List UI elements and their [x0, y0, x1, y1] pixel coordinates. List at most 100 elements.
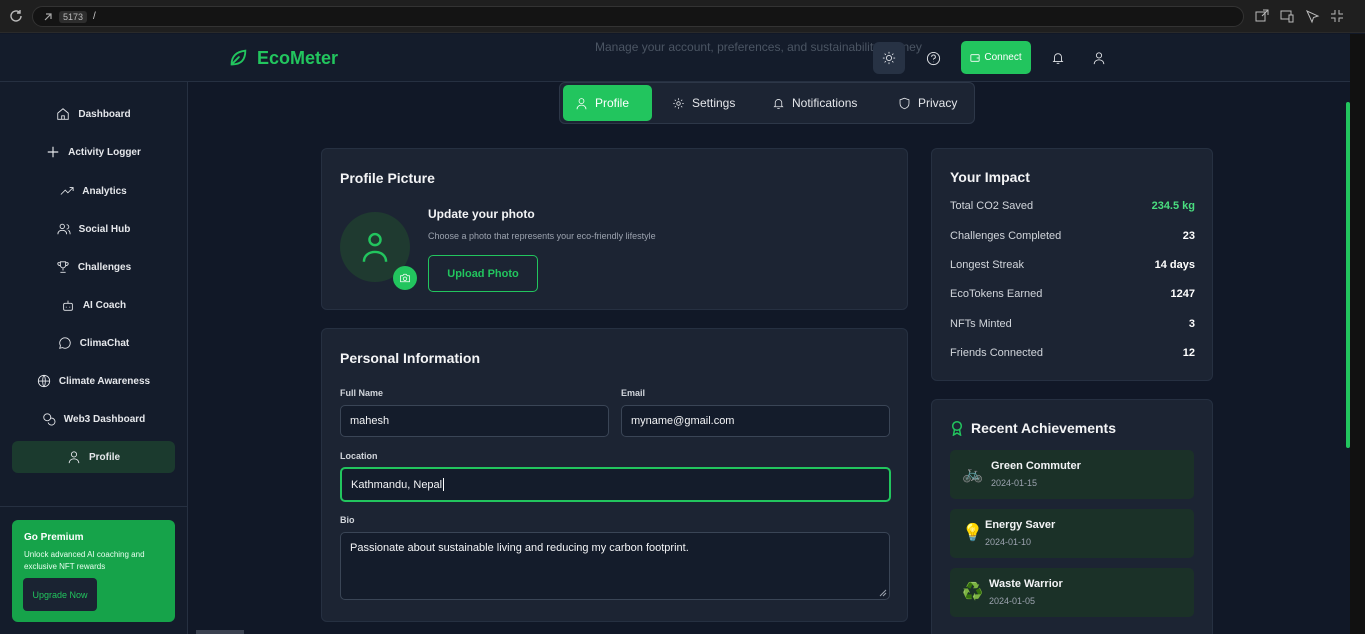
photo-update-description: Choose a photo that represents your eco-… — [428, 231, 656, 241]
tab-profile[interactable]: Profile — [563, 85, 652, 121]
users-icon — [57, 223, 71, 235]
reload-icon[interactable] — [8, 8, 24, 24]
sidebar-item-social-hub[interactable]: Social Hub — [12, 213, 175, 245]
email-value: myname@gmail.com — [631, 415, 735, 427]
award-icon — [951, 420, 963, 436]
card-title: Profile Picture — [340, 170, 435, 186]
stat-row: EcoTokens Earned 1247 — [950, 288, 1195, 300]
port-label: 5173 — [59, 10, 88, 23]
tab-label: Settings — [692, 96, 736, 110]
achievement-item: 🚲 Green Commuter 2024-01-15 — [950, 450, 1194, 499]
devices-icon[interactable] — [1279, 8, 1295, 24]
bio-label: Bio — [340, 515, 355, 525]
tab-privacy[interactable]: Privacy — [886, 85, 969, 121]
sidebar-item-dashboard[interactable]: Dashboard — [12, 98, 175, 130]
upgrade-button[interactable]: Upgrade Now — [23, 578, 97, 611]
horizontal-scrollbar-thumb[interactable] — [196, 630, 244, 634]
card-title: Recent Achievements — [971, 420, 1116, 436]
user-icon — [68, 451, 80, 464]
sidebar-item-activity-logger[interactable]: Activity Logger — [12, 136, 175, 168]
app-header: EcoMeter Manage your account, preference… — [0, 34, 1350, 82]
bot-icon — [63, 300, 73, 311]
lightbulb-icon: 💡 — [962, 523, 984, 542]
bio-value: Passionate about sustainable living and … — [350, 542, 689, 554]
achievements-card: Recent Achievements 🚲 Green Commuter 202… — [931, 399, 1213, 634]
connect-label: Connect — [984, 52, 1022, 63]
sidebar-item-challenges[interactable]: Challenges — [12, 251, 175, 283]
connect-button[interactable]: Connect — [961, 41, 1031, 74]
shield-icon — [899, 97, 910, 109]
bicycle-icon: 🚲 — [962, 464, 984, 483]
gear-icon — [673, 97, 684, 109]
stat-row: Total CO2 Saved 234.5 kg — [950, 200, 1195, 212]
help-icon — [926, 51, 940, 65]
trophy-icon — [57, 261, 69, 273]
tab-label: Notifications — [792, 96, 858, 110]
notifications-button[interactable] — [1042, 42, 1074, 74]
stat-label: Friends Connected — [950, 347, 1043, 359]
url-path: / — [93, 11, 96, 22]
full-name-value: mahesh — [350, 415, 390, 427]
stat-value: 234.5 kg — [1151, 200, 1195, 212]
email-field[interactable]: myname@gmail.com — [621, 405, 890, 437]
card-title: Your Impact — [950, 169, 1030, 185]
port-icon — [44, 12, 52, 20]
stat-value: 12 — [1182, 347, 1195, 359]
tab-settings[interactable]: Settings — [660, 85, 747, 121]
achievement-name: Energy Saver — [985, 519, 1056, 531]
sidebar-item-analytics[interactable]: Analytics — [12, 175, 175, 207]
app-logo[interactable]: EcoMeter — [227, 47, 338, 69]
stat-label: Longest Streak — [950, 259, 1024, 271]
user-menu-button[interactable] — [1083, 42, 1115, 74]
achievement-date: 2024-01-10 — [985, 537, 1032, 547]
change-photo-button[interactable] — [393, 266, 417, 290]
sidebar-item-climate-awareness[interactable]: Climate Awareness — [12, 365, 175, 397]
sidebar-divider — [0, 506, 188, 507]
upload-photo-button[interactable]: Upload Photo — [428, 255, 538, 292]
resize-handle-icon[interactable] — [879, 589, 887, 597]
settings-tabs: Profile Settings Notifications Privacy — [559, 82, 975, 124]
premium-title: Go Premium — [24, 532, 84, 543]
recycle-icon: ♻️ — [962, 582, 984, 601]
open-external-icon[interactable] — [1254, 8, 1270, 24]
full-name-field[interactable]: mahesh — [340, 405, 609, 437]
stat-value: 14 days — [1154, 259, 1195, 271]
sidebar-item-label: Activity Logger — [68, 146, 141, 158]
sidebar-item-label: AI Coach — [82, 299, 127, 311]
tab-notifications[interactable]: Notifications — [760, 85, 869, 121]
achievement-name: Green Commuter — [991, 460, 1081, 472]
bio-textarea[interactable]: Passionate about sustainable living and … — [340, 532, 890, 600]
camera-icon — [400, 273, 410, 283]
theme-toggle-button[interactable] — [873, 42, 905, 74]
app-name: EcoMeter — [257, 47, 339, 68]
bell-icon — [1052, 53, 1064, 64]
achievement-date: 2024-01-05 — [989, 596, 1036, 606]
achievement-item: ♻️ Waste Warrior 2024-01-05 — [950, 568, 1194, 617]
address-bar[interactable]: 5173 / — [32, 6, 1244, 27]
coins-icon — [43, 413, 56, 426]
inspect-icon[interactable] — [1304, 8, 1320, 24]
leaf-icon — [230, 49, 247, 66]
stat-label: Total CO2 Saved — [950, 200, 1034, 212]
location-field[interactable]: Kathmandu, Nepal — [340, 467, 891, 502]
user-icon — [1093, 52, 1105, 65]
photo-update-title: Update your photo — [428, 207, 535, 221]
sidebar-item-label: Analytics — [82, 185, 127, 197]
achievement-item: 💡 Energy Saver 2024-01-10 — [950, 509, 1194, 558]
location-label: Location — [340, 451, 378, 461]
sidebar-item-profile[interactable]: Profile — [12, 441, 175, 473]
sidebar-item-climachat[interactable]: ClimaChat — [12, 327, 175, 359]
scrollbar-thumb[interactable] — [1346, 102, 1350, 448]
wallet-icon — [970, 53, 980, 62]
collapse-icon[interactable] — [1329, 8, 1345, 24]
sidebar-item-web3-dashboard[interactable]: Web3 Dashboard — [12, 403, 175, 435]
stat-value: 3 — [1188, 318, 1195, 330]
sun-icon — [882, 51, 896, 65]
achievement-name: Waste Warrior — [989, 578, 1063, 590]
help-button[interactable] — [917, 42, 949, 74]
home-icon — [57, 108, 70, 120]
sidebar-item-ai-coach[interactable]: AI Coach — [12, 289, 175, 321]
bell-icon — [773, 98, 784, 109]
page-scrollbar[interactable] — [1350, 34, 1365, 634]
stat-label: NFTs Minted — [950, 318, 1012, 330]
